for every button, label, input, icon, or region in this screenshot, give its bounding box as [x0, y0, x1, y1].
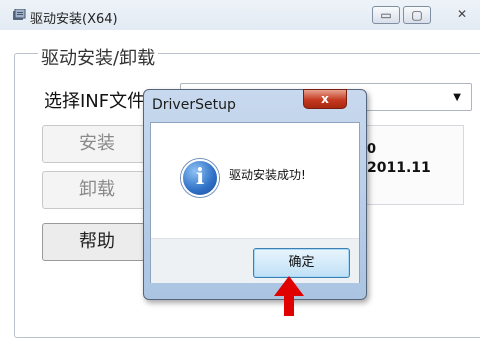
- window-title: 驱动安装(X64): [30, 12, 118, 27]
- minimize-button[interactable]: ▭: [372, 6, 400, 24]
- help-button[interactable]: 帮助: [42, 223, 152, 261]
- red-arrow-annotation: [274, 276, 304, 316]
- info-line-1: 0: [367, 142, 377, 157]
- install-button[interactable]: 安装: [42, 125, 152, 163]
- close-icon: x: [321, 92, 329, 106]
- dropdown-arrow-icon: ▼: [453, 92, 461, 103]
- info-version: 2011.11: [367, 160, 431, 176]
- ok-button[interactable]: 确定: [253, 248, 350, 278]
- dialog-title: DriverSetup: [152, 97, 236, 113]
- dialog-close-button[interactable]: x: [303, 89, 347, 109]
- information-icon: i: [181, 159, 219, 197]
- dialog-footer: 确定: [151, 238, 359, 283]
- inf-file-label: 选择INF文件: [44, 91, 146, 112]
- dialog-message: 驱动安装成功!: [229, 168, 306, 182]
- window-close-button[interactable]: ✕: [444, 6, 480, 24]
- info-icon-glyph: i: [195, 164, 205, 190]
- app-icon: [13, 9, 26, 20]
- driversetup-dialog: DriverSetup x i 驱动安装成功! 确定: [143, 89, 367, 300]
- group-title: 驱动安装/卸载: [38, 44, 159, 70]
- maximize-button[interactable]: ▢: [403, 6, 431, 24]
- minimize-icon: ▭: [380, 8, 392, 22]
- uninstall-button[interactable]: 卸载: [42, 171, 152, 209]
- maximize-icon: ▢: [411, 8, 423, 22]
- dialog-content: i 驱动安装成功! 确定: [150, 122, 360, 283]
- main-titlebar: 驱动安装(X64) ▭ ▢ ✕: [0, 0, 480, 30]
- close-icon: ✕: [456, 7, 468, 21]
